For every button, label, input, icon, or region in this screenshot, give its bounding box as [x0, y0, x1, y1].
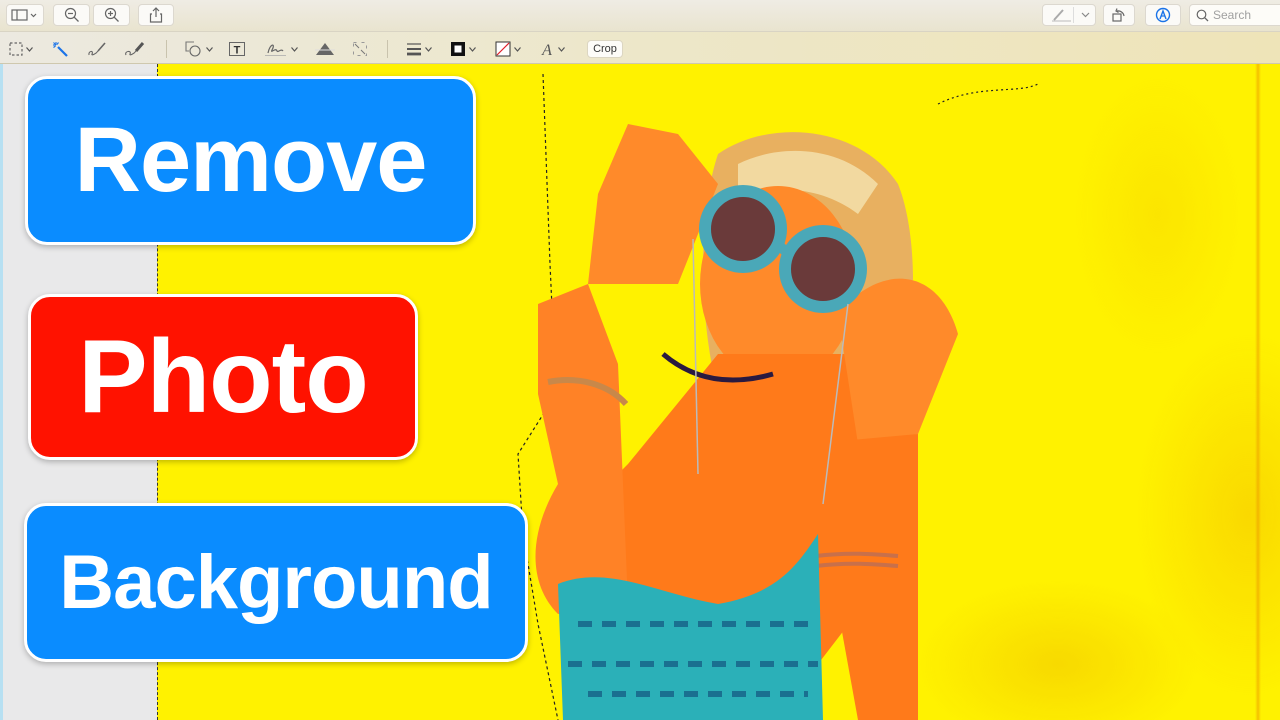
title-badge-photo: Photo — [28, 294, 418, 460]
chevron-down-icon — [291, 46, 298, 52]
fill-color-icon — [495, 41, 511, 57]
sidebar-toggle-button[interactable] — [6, 4, 44, 26]
sketch-icon — [88, 42, 106, 56]
line-style-icon — [407, 43, 421, 56]
border-color-icon — [451, 42, 465, 56]
highlighter-icon — [1052, 9, 1071, 22]
text-style-tool[interactable]: A — [539, 39, 565, 59]
zoom-out-icon — [64, 7, 79, 22]
fill-color-tool[interactable] — [495, 39, 521, 59]
sign-tool[interactable] — [264, 39, 298, 59]
rotate-icon — [1112, 8, 1125, 22]
chevron-down-icon[interactable] — [1081, 12, 1090, 18]
text-box-icon: T — [229, 42, 245, 57]
border-color-tool[interactable] — [450, 39, 476, 59]
toolbar-divider — [387, 40, 388, 58]
shapes-tool[interactable] — [185, 39, 213, 59]
draw-icon — [125, 42, 145, 56]
chevron-down-icon — [469, 46, 476, 52]
draw-tool[interactable] — [124, 39, 146, 59]
adjust-color-icon — [315, 43, 335, 55]
signature-icon — [265, 44, 286, 56]
highlight-button[interactable] — [1042, 4, 1096, 26]
divider — [1073, 7, 1074, 23]
magic-wand-icon — [53, 41, 68, 57]
font-icon: A — [541, 42, 552, 57]
search-field[interactable] — [1189, 4, 1280, 26]
chevron-down-icon — [26, 46, 33, 52]
sidebar-icon — [11, 9, 37, 21]
title-photo-text: Photo — [78, 318, 369, 435]
zoom-in-icon — [104, 7, 119, 22]
text-tool[interactable]: T — [228, 39, 246, 59]
adjust-color-tool[interactable] — [315, 39, 335, 59]
chevron-down-icon — [558, 46, 565, 52]
title-background-text: Background — [59, 540, 493, 625]
chevron-down-icon — [206, 46, 213, 52]
instant-alpha-tool[interactable] — [52, 39, 69, 59]
selection-icon — [9, 42, 23, 56]
markup-button[interactable] — [1145, 4, 1181, 26]
svg-text:T: T — [234, 45, 241, 57]
sketch-tool[interactable] — [87, 39, 107, 59]
adjust-size-tool[interactable] — [352, 39, 368, 59]
selection-tool[interactable] — [9, 39, 33, 59]
window-toolbar — [0, 0, 1280, 31]
zoom-out-button[interactable] — [53, 4, 90, 26]
shape-style-tool[interactable] — [406, 39, 432, 59]
share-button[interactable] — [138, 4, 174, 26]
title-badge-remove: Remove — [25, 76, 476, 245]
toolbar-divider — [166, 40, 167, 58]
search-input[interactable] — [1213, 8, 1280, 22]
crop-button[interactable]: Crop — [587, 40, 623, 58]
resize-icon — [353, 42, 367, 56]
rotate-button[interactable] — [1103, 4, 1135, 26]
title-badge-background: Background — [24, 503, 528, 662]
svg-text:A: A — [541, 42, 552, 57]
share-icon — [149, 7, 163, 23]
chevron-down-icon — [425, 46, 432, 52]
search-icon — [1196, 9, 1209, 21]
title-remove-text: Remove — [74, 109, 428, 211]
shapes-icon — [185, 41, 201, 57]
zoom-in-button[interactable] — [93, 4, 130, 26]
chevron-down-icon — [514, 46, 521, 52]
markup-icon — [1155, 7, 1171, 23]
